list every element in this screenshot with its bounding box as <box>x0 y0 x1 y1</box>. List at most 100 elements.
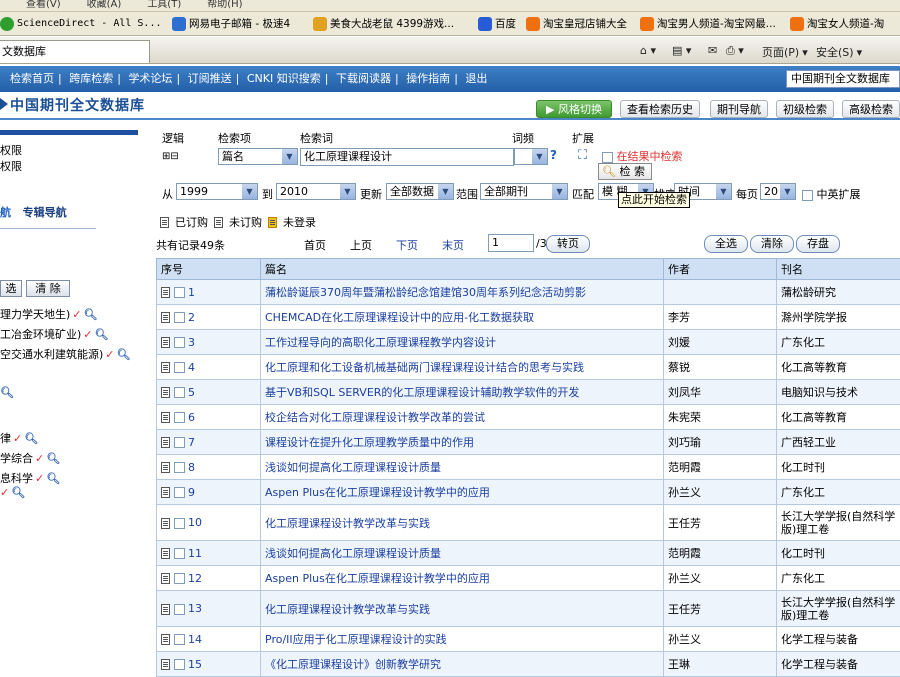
add-remove-row-icon[interactable]: ⊞⊟ <box>162 151 179 162</box>
menu-favorites[interactable]: 收藏(A) <box>87 0 122 10</box>
author-cell[interactable]: 孙兰义 <box>664 627 777 652</box>
fav-sciencedirect[interactable]: ScienceDirect - All S... <box>0 16 162 32</box>
safety-menu[interactable]: 安全(S) ▾ <box>816 44 862 60</box>
author-cell[interactable]: 王任芳 <box>664 505 777 541</box>
journal-cell[interactable]: 蒲松龄研究 <box>777 280 900 305</box>
document-icon[interactable] <box>161 387 170 398</box>
journal-cell[interactable]: 广西轻工业 <box>777 430 900 455</box>
page-menu[interactable]: 页面(P) ▾ <box>762 44 808 60</box>
article-title-link[interactable]: 课程设计在提升化工原理教学质量中的作用 <box>261 430 664 455</box>
article-title-link[interactable]: 蒲松龄诞辰370周年暨蒲松龄纪念馆建馆30周年系列纪念活动剪影 <box>261 280 664 305</box>
update-select[interactable]: 全部数据▼ <box>386 183 454 200</box>
journal-nav-button[interactable]: 期刊导航 <box>710 100 768 118</box>
row-checkbox[interactable] <box>174 573 185 584</box>
search-button[interactable]: 🔍︎ 检 索 <box>598 163 652 180</box>
journal-cell[interactable]: 化工高等教育 <box>777 405 900 430</box>
last-page-link[interactable]: 末页 <box>442 237 464 253</box>
author-cell[interactable]: 王任芳 <box>664 591 777 627</box>
database-select[interactable]: 中国期刊全文数据库 <box>786 70 900 88</box>
document-icon[interactable] <box>161 634 170 645</box>
in-results-checkbox[interactable] <box>602 152 613 163</box>
row-checkbox[interactable] <box>174 604 185 615</box>
fav-taobao-women[interactable]: 淘宝女人频道-淘 <box>790 16 884 32</box>
journal-cell[interactable]: 化工时刊 <box>777 455 900 480</box>
cn-en-checkbox[interactable] <box>802 190 813 201</box>
basic-search-button[interactable]: 初级检索 <box>776 100 834 118</box>
page-number-input[interactable]: 1 <box>488 234 534 252</box>
article-title-link[interactable]: Pro/II应用于化工原理课程设计的实践 <box>261 627 664 652</box>
article-title-link[interactable]: 校企结合对化工原理课程设计教学改革的尝试 <box>261 405 664 430</box>
journal-cell[interactable]: 化学工程与装备 <box>777 652 900 677</box>
row-checkbox[interactable] <box>174 462 185 473</box>
table-row[interactable]: 6校企结合对化工原理课程设计教学改革的尝试朱宪荣化工高等教育 <box>157 405 900 430</box>
document-icon[interactable] <box>161 287 170 298</box>
search-icon[interactable]: 🔍︎ <box>117 348 131 361</box>
search-icon[interactable]: 🔍︎ <box>0 386 14 399</box>
per-page-select[interactable]: 20▼ <box>760 183 796 200</box>
article-title-link[interactable]: CHEMCAD在化工原理课程设计中的应用-化工数据获取 <box>261 305 664 330</box>
table-row[interactable]: 10化工原理课程设计教学改革与实践王任芳长江大学学报(自然科学版)理工卷 <box>157 505 900 541</box>
browser-tab[interactable]: 文数据库 <box>0 40 150 63</box>
row-checkbox[interactable] <box>174 387 185 398</box>
category-item[interactable]: 息科学✓🔍︎ <box>0 470 60 486</box>
first-page-link[interactable]: 首页 <box>304 237 326 253</box>
style-switch-button[interactable]: ▶ 风格切换 <box>536 100 612 118</box>
author-cell[interactable]: 孙兰义 <box>664 566 777 591</box>
keyword-input[interactable]: 化工原理课程设计 <box>300 148 514 166</box>
author-cell[interactable]: 孙兰义 <box>664 480 777 505</box>
header-no[interactable]: 序号 <box>157 259 261 280</box>
row-checkbox[interactable] <box>174 287 185 298</box>
table-row[interactable]: 4化工原理和化工设备机械基础两门课程课程设计结合的思考与实践蔡锐化工高等教育 <box>157 355 900 380</box>
header-title[interactable]: 篇名 <box>261 259 664 280</box>
row-checkbox[interactable] <box>174 312 185 323</box>
journal-cell[interactable]: 长江大学学报(自然科学版)理工卷 <box>777 591 900 627</box>
document-icon[interactable] <box>161 312 170 323</box>
document-icon[interactable] <box>161 548 170 559</box>
table-row[interactable]: 15《化工原理课程设计》创新教学研究王琳化学工程与装备 <box>157 652 900 677</box>
next-page-link[interactable]: 下页 <box>396 237 418 253</box>
row-checkbox[interactable] <box>174 634 185 645</box>
prev-page-link[interactable]: 上页 <box>350 237 372 253</box>
range-select[interactable]: 全部期刊▼ <box>480 183 568 200</box>
row-checkbox[interactable] <box>174 518 185 529</box>
document-icon[interactable] <box>161 437 170 448</box>
article-title-link[interactable]: 化工原理课程设计教学改革与实践 <box>261 591 664 627</box>
row-checkbox[interactable] <box>174 437 185 448</box>
document-icon[interactable] <box>161 487 170 498</box>
category-item[interactable]: 工冶金环境矿业)✓🔍︎ <box>0 326 108 342</box>
table-row[interactable]: 11浅谈如何提高化工原理课程设计质量范明霞化工时刊 <box>157 541 900 566</box>
article-title-link[interactable]: Aspen Plus在化工原理课程设计教学中的应用 <box>261 566 664 591</box>
document-icon[interactable] <box>161 362 170 373</box>
article-title-link[interactable]: 基于VB和SQL SERVER的化工原理课程设计辅助教学软件的开发 <box>261 380 664 405</box>
author-cell[interactable] <box>664 280 777 305</box>
author-cell[interactable]: 刘巧瑜 <box>664 430 777 455</box>
nav-link-exit[interactable]: 退出 <box>465 72 487 85</box>
menu-view[interactable]: 查看(V) <box>26 0 61 10</box>
author-cell[interactable]: 刘凤华 <box>664 380 777 405</box>
article-title-link[interactable]: 浅谈如何提高化工原理课程设计质量 <box>261 541 664 566</box>
category-item[interactable]: 学综合✓🔍︎ <box>0 450 60 466</box>
fav-netease-mail[interactable]: 网易电子邮箱 - 极速4 <box>172 16 290 32</box>
select-button[interactable]: 选 <box>0 280 22 297</box>
row-checkbox[interactable] <box>174 412 185 423</box>
table-row[interactable]: 5基于VB和SQL SERVER的化工原理课程设计辅助教学软件的开发刘凤华电脑知… <box>157 380 900 405</box>
row-checkbox[interactable] <box>174 487 185 498</box>
field-select[interactable]: 篇名▼ <box>218 148 298 165</box>
journal-cell[interactable]: 广东化工 <box>777 330 900 355</box>
print-icon[interactable]: ⎙ ▾ <box>726 44 744 58</box>
document-icon[interactable] <box>161 337 170 348</box>
in-results-option[interactable]: 在结果中检索 <box>602 148 683 164</box>
author-cell[interactable]: 蔡锐 <box>664 355 777 380</box>
document-icon[interactable] <box>161 462 170 473</box>
search-icon[interactable]: 🔍︎ <box>95 328 109 341</box>
menu-help[interactable]: 帮助(H) <box>207 0 242 10</box>
menu-tools[interactable]: 工具(T) <box>147 0 181 10</box>
mail-icon[interactable]: ✉ <box>708 44 717 57</box>
article-title-link[interactable]: 《化工原理课程设计》创新教学研究 <box>261 652 664 677</box>
search-icon[interactable]: 🔍︎ <box>24 432 38 445</box>
search-icon[interactable]: 🔍︎ <box>11 486 25 499</box>
header-journal[interactable]: 刊名 <box>777 259 900 280</box>
document-icon[interactable] <box>161 604 170 615</box>
save-button[interactable]: 存盘 <box>796 235 840 253</box>
go-page-button[interactable]: 转页 <box>546 235 590 253</box>
